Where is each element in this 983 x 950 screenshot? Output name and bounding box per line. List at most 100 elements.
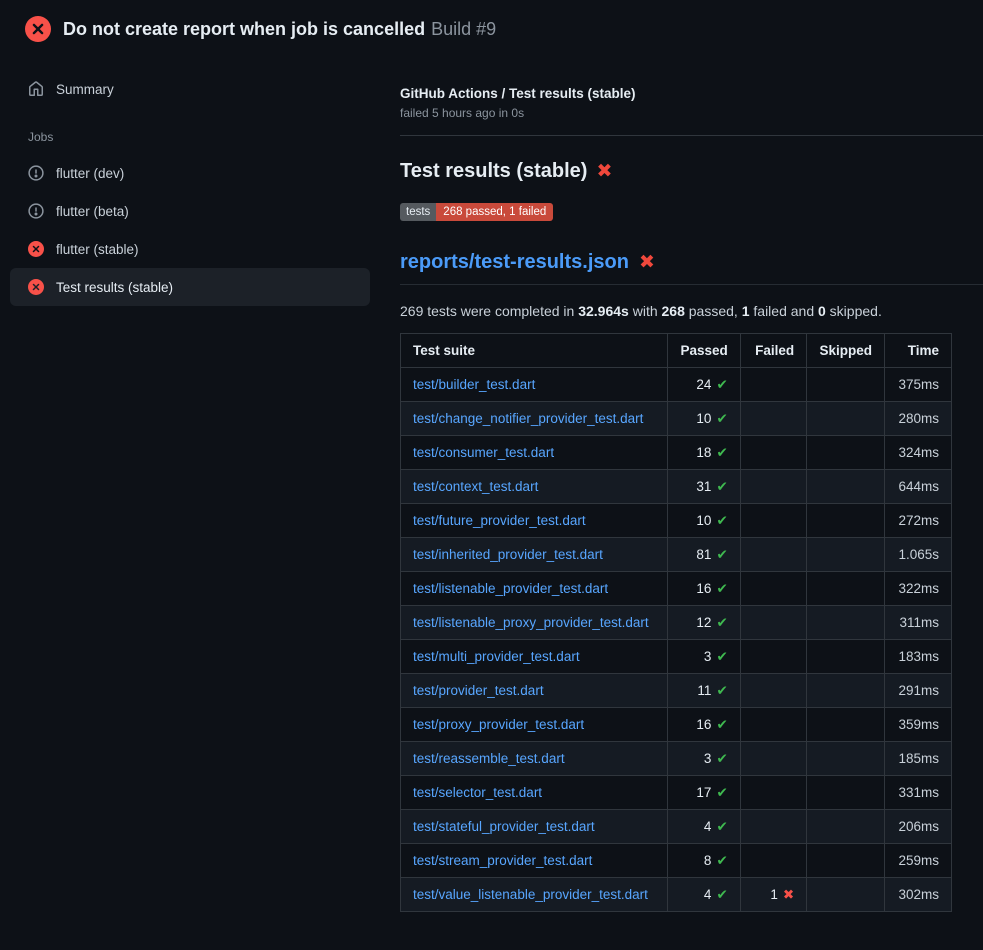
skipped-cell xyxy=(807,844,885,878)
table-row: test/selector_test.dart 17✔ ✖ 331ms xyxy=(401,776,952,810)
table-row: test/stateful_provider_test.dart 4✔ ✖ 20… xyxy=(401,810,952,844)
passed-cell: 3✔ xyxy=(668,742,740,776)
sidebar-item-flutter-stable[interactable]: flutter (stable) xyxy=(10,230,370,268)
divider xyxy=(400,135,983,136)
col-header-failed: Failed xyxy=(740,334,806,368)
report-file-link[interactable]: reports/test-results.json xyxy=(400,251,629,274)
suite-link[interactable]: test/proxy_provider_test.dart xyxy=(413,717,584,732)
check-icon: ✔ xyxy=(716,547,727,562)
passed-cell: 12✔ xyxy=(668,606,740,640)
run-status-line: failed 5 hours ago in 0s xyxy=(400,106,983,120)
check-icon: ✔ xyxy=(716,445,727,460)
passed-cell: 16✔ xyxy=(668,708,740,742)
skipped-cell xyxy=(807,368,885,402)
neutral-status-icon xyxy=(28,203,44,219)
failed-x-icon: ✖ xyxy=(596,160,612,183)
time-cell: 272ms xyxy=(884,504,951,538)
badge-label: tests xyxy=(400,203,436,221)
table-row: test/consumer_test.dart 18✔ ✖ 324ms xyxy=(401,436,952,470)
col-header-time: Time xyxy=(884,334,951,368)
table-row: test/builder_test.dart 24✔ ✖ 375ms xyxy=(401,368,952,402)
table-row: test/reassemble_test.dart 3✔ ✖ 185ms xyxy=(401,742,952,776)
failed-cell: ✖ xyxy=(740,538,806,572)
build-title: Do not create report when job is cancell… xyxy=(63,19,425,39)
failed-cell: ✖ xyxy=(740,402,806,436)
suite-link[interactable]: test/listenable_provider_test.dart xyxy=(413,581,608,596)
skipped-cell xyxy=(807,402,885,436)
failed-cell: ✖ xyxy=(740,436,806,470)
badge-value: 268 passed, 1 failed xyxy=(436,203,553,221)
suite-link[interactable]: test/stream_provider_test.dart xyxy=(413,853,592,868)
suite-link[interactable]: test/future_provider_test.dart xyxy=(413,513,586,528)
failed-cell: ✖ xyxy=(740,470,806,504)
failed-cell: ✖ xyxy=(740,368,806,402)
sidebar-item-summary[interactable]: Summary xyxy=(10,70,370,108)
total-time: 32.964s xyxy=(578,303,629,319)
suite-link[interactable]: test/reassemble_test.dart xyxy=(413,751,565,766)
skipped-cell xyxy=(807,742,885,776)
time-cell: 206ms xyxy=(884,810,951,844)
tests-badge: tests 268 passed, 1 failed xyxy=(400,203,553,221)
time-cell: 324ms xyxy=(884,436,951,470)
failed-cell: ✖ xyxy=(740,844,806,878)
skipped-cell xyxy=(807,878,885,912)
table-row: test/stream_provider_test.dart 8✔ ✖ 259m… xyxy=(401,844,952,878)
main-content: GitHub Actions / Test results (stable) f… xyxy=(380,56,983,912)
failed-circle-icon xyxy=(25,16,51,42)
skipped-cell xyxy=(807,640,885,674)
suite-link[interactable]: test/inherited_provider_test.dart xyxy=(413,547,603,562)
build-number: Build #9 xyxy=(431,19,496,39)
test-results-table: Test suite Passed Failed Skipped Time te… xyxy=(400,333,952,912)
failed-circle-icon xyxy=(28,241,44,257)
page-title: Do not create report when job is cancell… xyxy=(63,19,496,40)
suite-link[interactable]: test/builder_test.dart xyxy=(413,377,535,392)
failed-cell: ✖ xyxy=(740,504,806,538)
passed-cell: 16✔ xyxy=(668,572,740,606)
suite-link[interactable]: test/listenable_proxy_provider_test.dart xyxy=(413,615,649,630)
failed-cell: ✖ xyxy=(740,606,806,640)
skipped-cell xyxy=(807,606,885,640)
suite-link[interactable]: test/selector_test.dart xyxy=(413,785,542,800)
table-row: test/listenable_proxy_provider_test.dart… xyxy=(401,606,952,640)
job-label: Test results (stable) xyxy=(56,280,173,295)
passed-cell: 81✔ xyxy=(668,538,740,572)
passed-cell: 24✔ xyxy=(668,368,740,402)
passed-cell: 4✔ xyxy=(668,810,740,844)
check-icon: ✔ xyxy=(716,615,727,630)
check-icon: ✔ xyxy=(716,411,727,426)
table-row: test/proxy_provider_test.dart 16✔ ✖ 359m… xyxy=(401,708,952,742)
passed-count: 268 xyxy=(662,303,685,319)
neutral-status-icon xyxy=(28,165,44,181)
table-row: test/inherited_provider_test.dart 81✔ ✖ … xyxy=(401,538,952,572)
failed-x-icon: ✖ xyxy=(639,251,655,274)
table-row: test/value_listenable_provider_test.dart… xyxy=(401,878,952,912)
table-row: test/context_test.dart 31✔ ✖ 644ms xyxy=(401,470,952,504)
time-cell: 259ms xyxy=(884,844,951,878)
table-header-row: Test suite Passed Failed Skipped Time xyxy=(401,334,952,368)
failed-cell: 1✖ xyxy=(740,878,806,912)
table-row: test/change_notifier_provider_test.dart … xyxy=(401,402,952,436)
suite-link[interactable]: test/value_listenable_provider_test.dart xyxy=(413,887,648,902)
table-row: test/provider_test.dart 11✔ ✖ 291ms xyxy=(401,674,952,708)
table-row: test/listenable_provider_test.dart 16✔ ✖… xyxy=(401,572,952,606)
check-icon: ✔ xyxy=(716,479,727,494)
suite-link[interactable]: test/consumer_test.dart xyxy=(413,445,554,460)
failed-cell: ✖ xyxy=(740,776,806,810)
suite-link[interactable]: test/provider_test.dart xyxy=(413,683,544,698)
check-icon: ✔ xyxy=(716,751,727,766)
sidebar-item-flutter-beta[interactable]: flutter (beta) xyxy=(10,192,370,230)
time-cell: 185ms xyxy=(884,742,951,776)
suite-link[interactable]: test/stateful_provider_test.dart xyxy=(413,819,595,834)
check-icon: ✔ xyxy=(716,819,727,834)
time-cell: 644ms xyxy=(884,470,951,504)
suite-link[interactable]: test/change_notifier_provider_test.dart xyxy=(413,411,643,426)
suite-link[interactable]: test/multi_provider_test.dart xyxy=(413,649,580,664)
check-icon: ✔ xyxy=(716,513,727,528)
passed-cell: 11✔ xyxy=(668,674,740,708)
build-header: Do not create report when job is cancell… xyxy=(0,0,983,56)
sidebar-item-flutter-dev[interactable]: flutter (dev) xyxy=(10,154,370,192)
sidebar-item-test-results-stable[interactable]: Test results (stable) xyxy=(10,268,370,306)
suite-link[interactable]: test/context_test.dart xyxy=(413,479,538,494)
time-cell: 280ms xyxy=(884,402,951,436)
skipped-cell xyxy=(807,504,885,538)
